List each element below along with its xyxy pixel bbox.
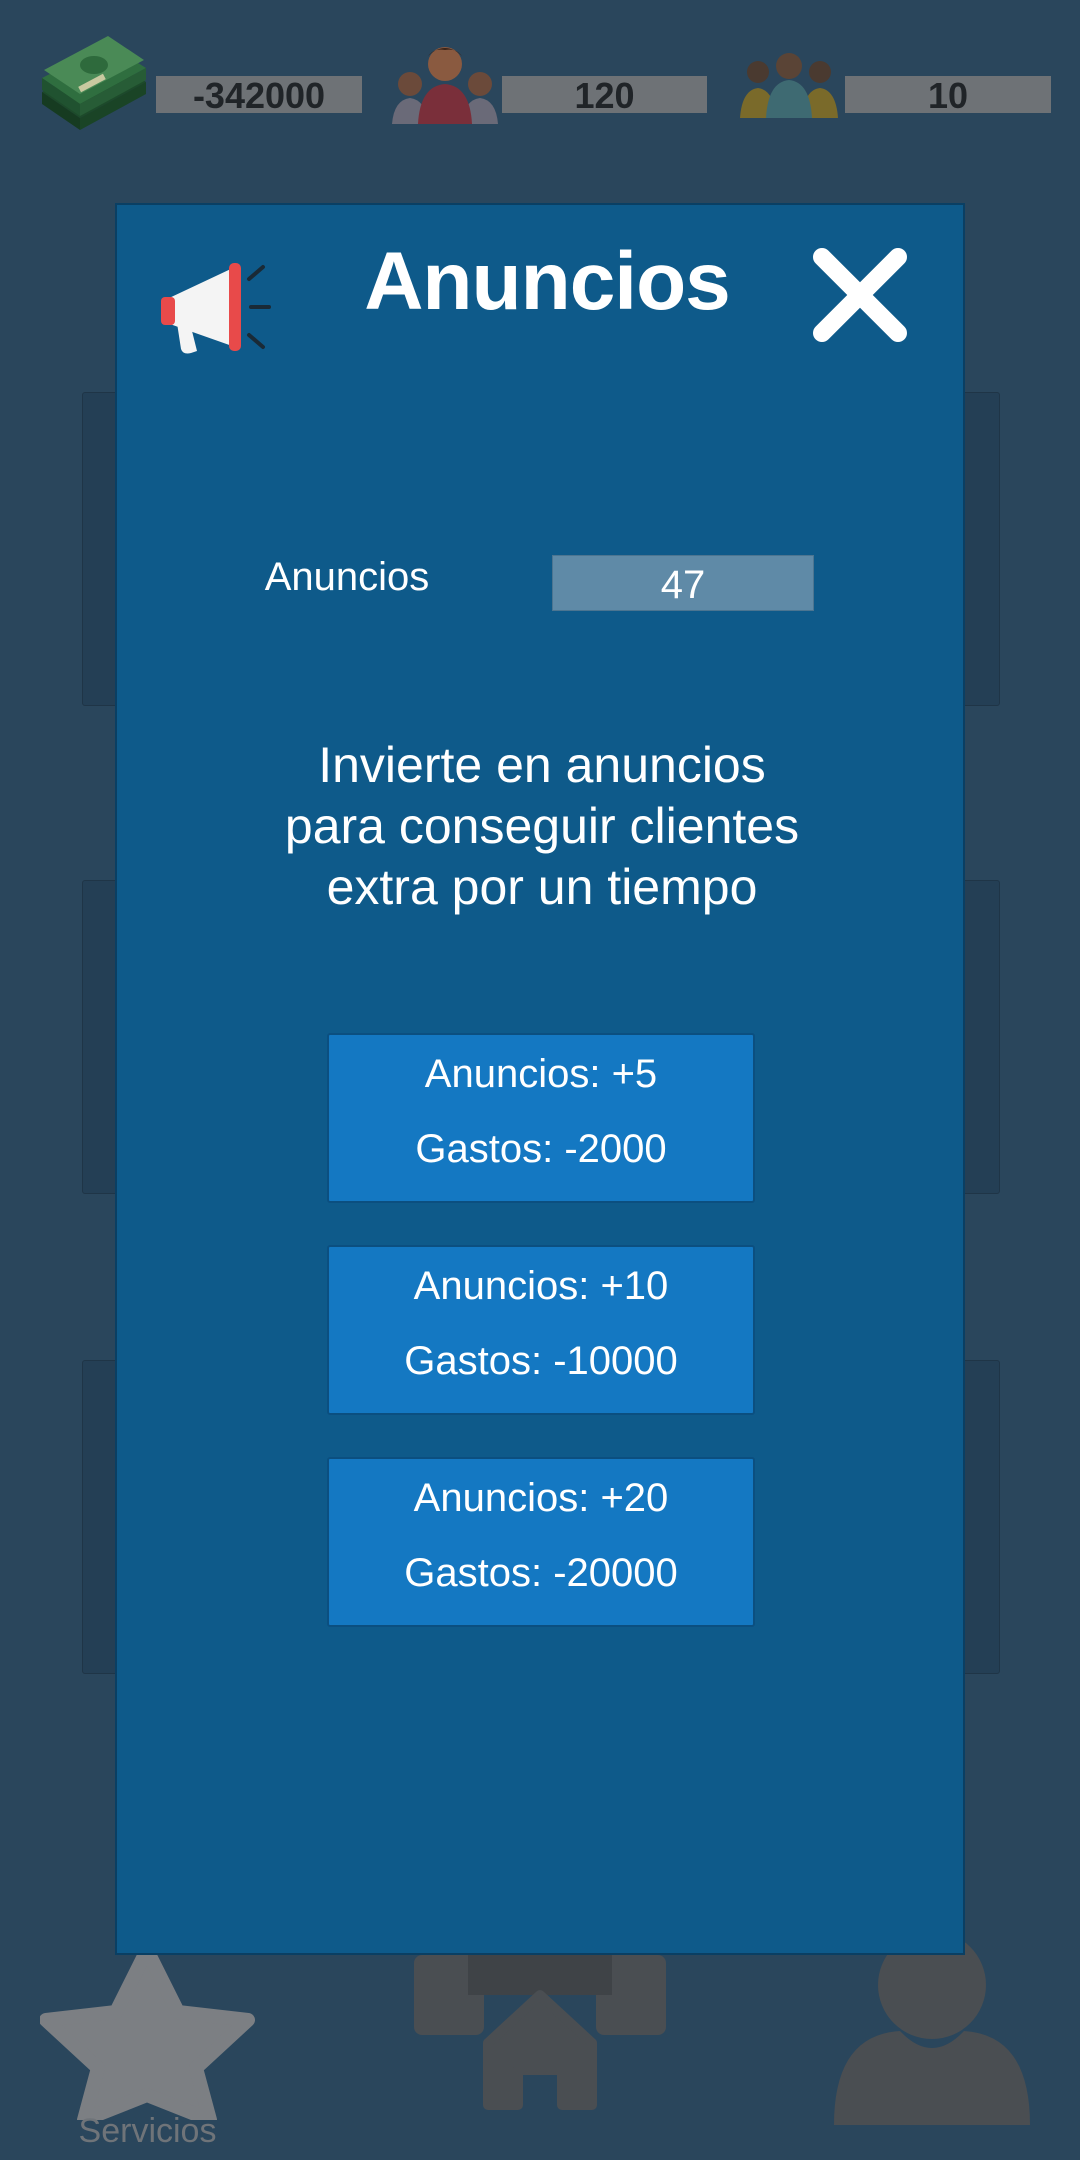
dialog-title: Anuncios: [364, 236, 731, 327]
home-icon[interactable]: [412, 1955, 668, 2110]
ads-count-label: Anuncios: [264, 555, 430, 599]
offer-ads-text: Anuncios: +10: [413, 1264, 669, 1308]
star-icon[interactable]: [40, 1950, 255, 2120]
offer-cost-text: Gastos: -2000: [415, 1127, 667, 1171]
buy-ads-10-button[interactable]: Anuncios: +10 Gastos: -10000: [327, 1245, 755, 1415]
ads-count-value: 47: [552, 555, 814, 611]
customers-value: 120: [502, 76, 707, 116]
description-line: Invierte en anuncios: [318, 737, 766, 793]
offer-ads-text: Anuncios: +20: [413, 1476, 669, 1520]
people-group-icon: [392, 47, 498, 124]
money-value: -342000: [156, 76, 362, 116]
description-line: extra por un tiempo: [326, 859, 758, 915]
offer-cost-text: Gastos: -20000: [404, 1551, 678, 1595]
dialog-description: Invierte en anuncios para conseguir clie…: [197, 735, 887, 918]
user-icon[interactable]: [830, 1935, 1035, 2125]
close-icon[interactable]: [810, 245, 910, 345]
buy-ads-5-button[interactable]: Anuncios: +5 Gastos: -2000: [327, 1033, 755, 1203]
offer-cost-text: Gastos: -10000: [404, 1339, 678, 1383]
services-label[interactable]: Servicios: [40, 2112, 255, 2151]
status-bar: -342000 120 10: [0, 0, 1080, 140]
description-line: para conseguir clientes: [284, 798, 800, 854]
employees-value: 10: [845, 76, 1051, 116]
buy-ads-20-button[interactable]: Anuncios: +20 Gastos: -20000: [327, 1457, 755, 1627]
cash-stack-icon: [42, 36, 146, 130]
offer-ads-text: Anuncios: +5: [424, 1052, 658, 1096]
staff-group-icon: [740, 53, 838, 118]
ads-dialog: Anuncios Anuncios 47 Invierte en anuncio…: [115, 203, 965, 1955]
megaphone-icon: [161, 263, 271, 354]
